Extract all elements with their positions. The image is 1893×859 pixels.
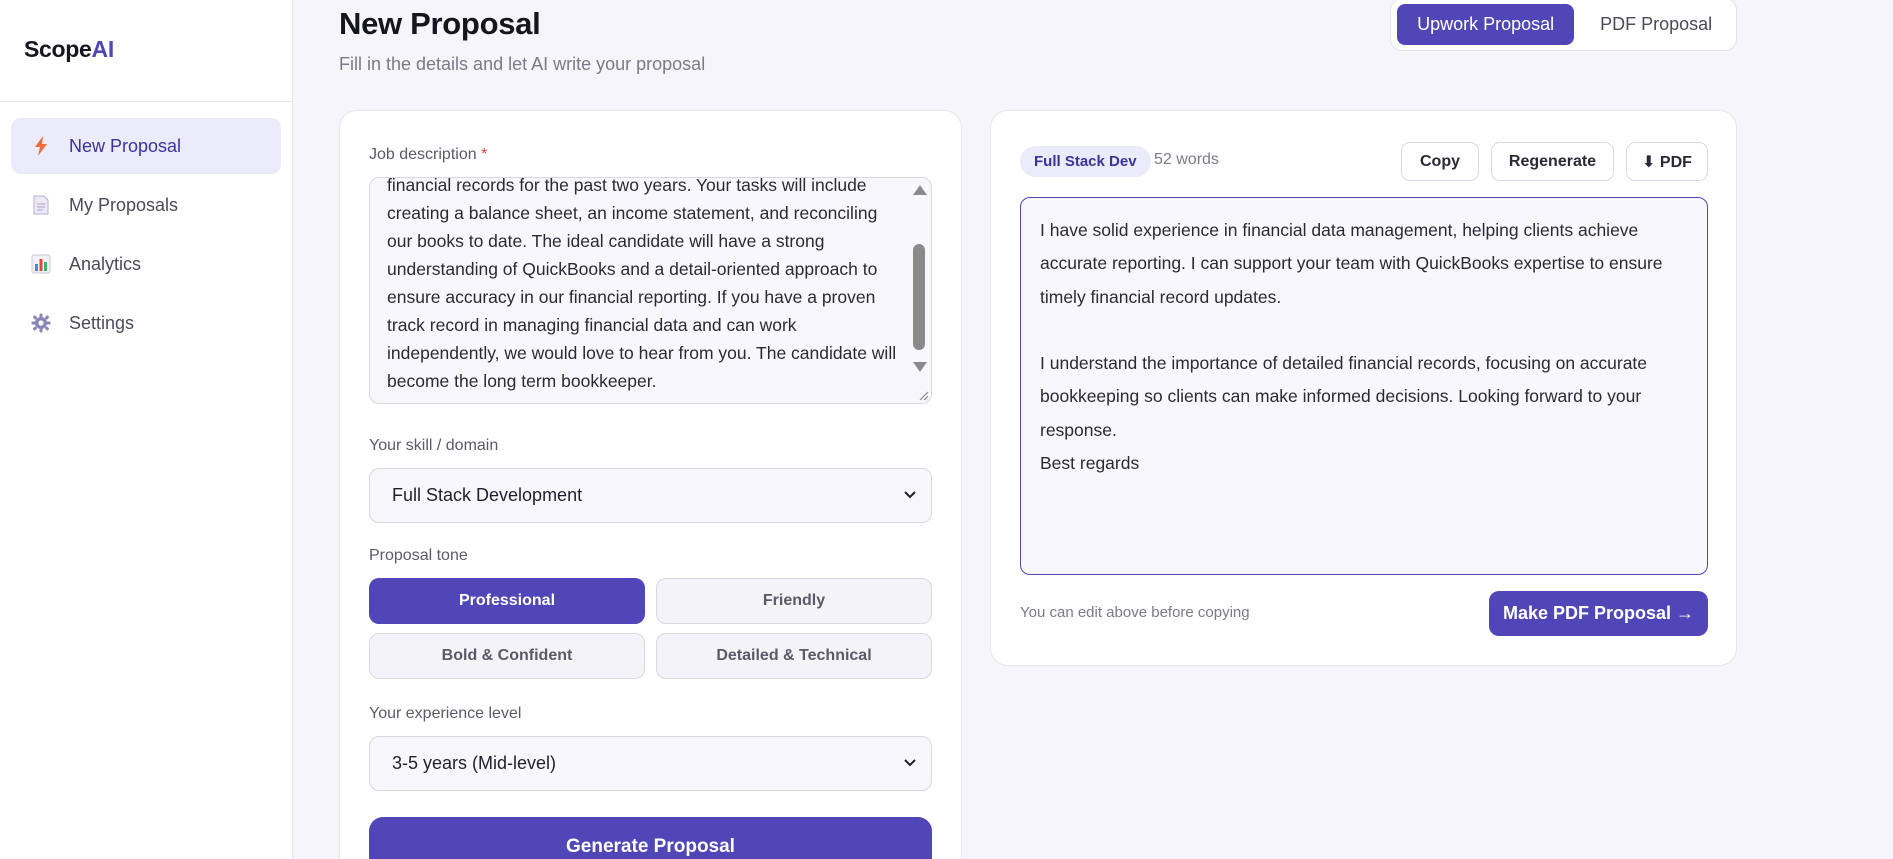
tone-detailed-technical-button[interactable]: Detailed & Technical: [656, 633, 932, 679]
logo-text: Scope: [24, 36, 92, 62]
proposal-tone-label: Proposal tone: [369, 547, 468, 564]
skill-badge: Full Stack Dev: [1020, 146, 1151, 177]
proposal-mode-switch: Upwork Proposal PDF Proposal: [1390, 0, 1737, 51]
scroll-up-arrow-icon[interactable]: [913, 185, 927, 195]
word-count: 52 words: [1154, 151, 1219, 168]
upwork-proposal-tab[interactable]: Upwork Proposal: [1397, 4, 1575, 45]
tone-friendly-button[interactable]: Friendly: [656, 578, 932, 624]
job-description-label: Job description *: [369, 146, 487, 164]
textarea-scrollbar[interactable]: [911, 182, 927, 396]
make-pdf-proposal-button[interactable]: Make PDF Proposal →: [1489, 591, 1708, 636]
sidebar-item-label: Settings: [69, 312, 135, 333]
chevron-down-icon: [904, 491, 916, 499]
sidebar-item-new-proposal[interactable]: New Proposal: [11, 118, 281, 174]
proposal-text: I have solid experience in financial dat…: [1040, 220, 1663, 474]
resize-handle-icon[interactable]: [917, 389, 929, 401]
regenerate-button[interactable]: Regenerate: [1491, 142, 1614, 181]
sidebar-item-analytics[interactable]: Analytics: [11, 236, 281, 292]
tone-bold-confident-button[interactable]: Bold & Confident: [369, 633, 645, 679]
scrollbar-thumb[interactable]: [913, 244, 925, 350]
sidebar-item-label: New Proposal: [69, 135, 182, 156]
skill-domain-select[interactable]: Full Stack Development: [369, 468, 932, 523]
tone-professional-button[interactable]: Professional: [369, 578, 645, 624]
sidebar-nav: New Proposal My Proposals Analytics Sett…: [11, 118, 281, 354]
job-description-textarea[interactable]: financial records for the past two years…: [369, 177, 932, 404]
chevron-down-icon: [904, 759, 916, 767]
page-subtitle: Fill in the details and let AI write you…: [339, 54, 706, 74]
sidebar-item-my-proposals[interactable]: My Proposals: [11, 177, 281, 233]
edit-hint: You can edit above before copying: [1020, 604, 1250, 621]
required-marker: *: [481, 146, 488, 163]
page-title: New Proposal: [339, 6, 541, 41]
download-pdf-button[interactable]: ⬇ PDF: [1626, 142, 1708, 181]
experience-level-value: 3-5 years (Mid-level): [392, 753, 557, 773]
experience-level-label: Your experience level: [369, 705, 522, 722]
generate-proposal-button[interactable]: Generate Proposal: [369, 817, 932, 859]
sidebar-item-label: Analytics: [69, 253, 142, 274]
logo-accent-text: AI: [91, 36, 115, 62]
job-description-label-text: Job description: [369, 146, 477, 163]
copy-button[interactable]: Copy: [1401, 142, 1479, 181]
sidebar-item-settings[interactable]: Settings: [11, 295, 281, 351]
document-icon: [30, 194, 52, 216]
pdf-proposal-tab[interactable]: PDF Proposal: [1582, 4, 1730, 45]
bar-chart-icon: [30, 253, 52, 275]
app-logo[interactable]: ScopeAI: [24, 36, 114, 63]
proposal-output-card: Full Stack Dev 52 words Copy Regenerate …: [990, 110, 1737, 666]
proposal-form-card: Job description * financial records for …: [339, 110, 962, 859]
job-description-text: financial records for the past two years…: [387, 177, 897, 391]
skill-domain-value: Full Stack Development: [392, 485, 583, 505]
lightning-icon: [30, 135, 52, 157]
sidebar: ScopeAI New Proposal My Proposals Analyt…: [0, 0, 293, 859]
proposal-output-textarea[interactable]: I have solid experience in financial dat…: [1020, 197, 1708, 575]
sidebar-item-label: My Proposals: [69, 194, 179, 215]
scroll-down-arrow-icon[interactable]: [913, 362, 927, 372]
gear-icon: [30, 312, 52, 334]
skill-domain-label: Your skill / domain: [369, 437, 499, 454]
experience-level-select[interactable]: 3-5 years (Mid-level): [369, 736, 932, 791]
sidebar-divider: [0, 101, 293, 102]
